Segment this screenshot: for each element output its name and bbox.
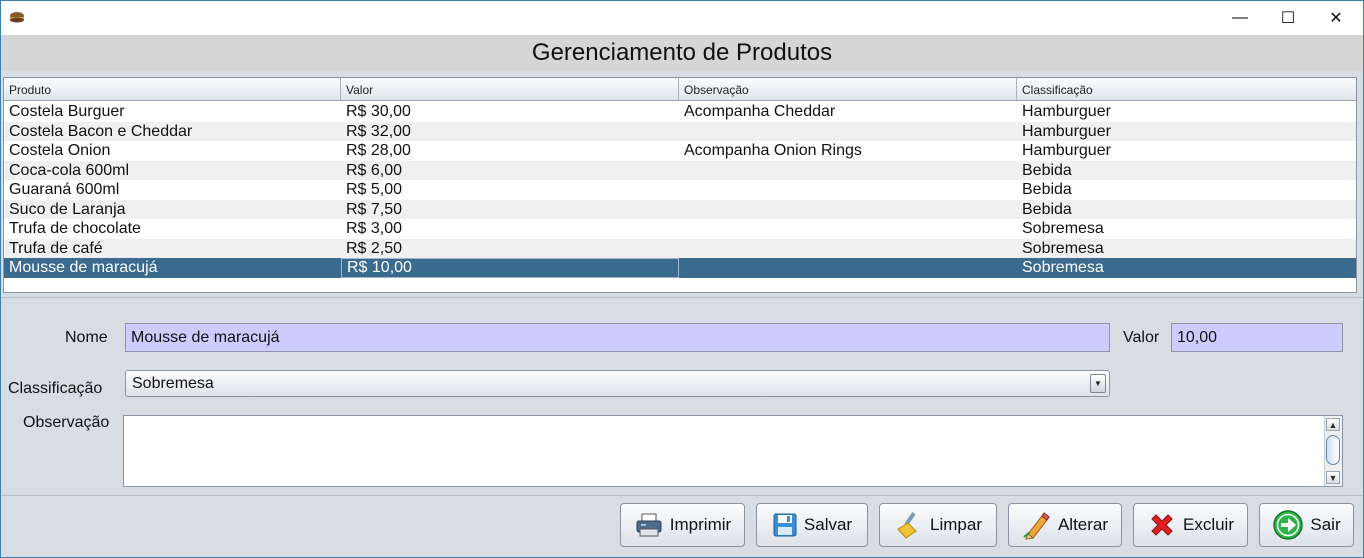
- scroll-up-icon[interactable]: ▲: [1326, 418, 1340, 431]
- table-row[interactable]: Costela Bacon e Cheddar R$ 32,00 Hamburg…: [4, 121, 1356, 142]
- brush-icon: [897, 512, 917, 539]
- table-row[interactable]: Suco de Laranja R$ 7,50 Bebida: [4, 199, 1356, 220]
- divider: [1, 297, 1363, 298]
- green-arrow-icon: [1273, 510, 1304, 540]
- cell-produto: Trufa de café: [9, 239, 103, 257]
- cell-classificacao: Sobremesa: [1022, 239, 1104, 257]
- cell-produto: Mousse de maracujá: [9, 259, 158, 276]
- main-window: — ☐ ✕ Gerenciamento de Produtos Produto …: [0, 0, 1364, 558]
- cell-produto: Coca-cola 600ml: [9, 161, 130, 179]
- column-header-observacao[interactable]: Observação: [679, 78, 1017, 100]
- close-button[interactable]: ✕: [1313, 1, 1359, 35]
- column-header-valor[interactable]: Valor: [341, 78, 679, 100]
- cell-valor: R$ 3,00: [346, 220, 403, 237]
- products-table[interactable]: Produto Valor Observação Classificação C…: [3, 77, 1357, 293]
- sair-label: Sair: [1310, 515, 1341, 534]
- classificacao-select[interactable]: Sobremesa ▼: [125, 370, 1110, 397]
- cell-classificacao: Sobremesa: [1022, 220, 1104, 237]
- cell-classificacao: Bebida: [1022, 161, 1072, 179]
- cell-observacao: [679, 239, 1017, 259]
- cell-classificacao: Hamburguer: [1022, 142, 1111, 159]
- divider: [1, 495, 1363, 496]
- page-title: Gerenciamento de Produtos: [1, 35, 1363, 71]
- title-bar: — ☐ ✕: [1, 1, 1363, 35]
- imprimir-label: Imprimir: [669, 515, 732, 534]
- cell-observacao: [679, 219, 1017, 239]
- limpar-label: Limpar: [930, 515, 982, 534]
- limpar-button[interactable]: Limpar: [879, 503, 997, 547]
- cell-valor: R$ 10,00: [341, 258, 679, 278]
- cell-produto: Guaraná 600ml: [9, 181, 120, 198]
- observacao-label: Observação: [23, 414, 110, 431]
- floppy-disk-icon: [773, 513, 797, 537]
- cell-valor: R$ 32,00: [346, 122, 411, 140]
- observacao-scrollbar[interactable]: ▲ ▼: [1324, 416, 1342, 486]
- classificacao-selected-value: Sobremesa: [132, 374, 214, 392]
- nome-label: Nome: [65, 329, 108, 346]
- cell-observacao: [679, 258, 1017, 278]
- app-icon: [10, 12, 24, 23]
- scroll-thumb[interactable]: [1326, 435, 1340, 465]
- table-row[interactable]: Coca-cola 600ml R$ 6,00 Bebida: [4, 160, 1356, 181]
- table-row[interactable]: Costela Burguer R$ 30,00 Acompanha Chedd…: [4, 102, 1356, 122]
- cell-observacao: Acompanha Cheddar: [684, 103, 836, 120]
- page-title-text: Gerenciamento de Produtos: [531, 39, 833, 66]
- imprimir-button[interactable]: Imprimir: [620, 503, 745, 547]
- table-row-selected[interactable]: Mousse de maracujá R$ 10,00 Sobremesa: [4, 258, 1356, 278]
- salvar-button[interactable]: Salvar: [756, 503, 868, 547]
- cell-classificacao: Hamburguer: [1022, 122, 1111, 140]
- sair-button[interactable]: Sair: [1259, 503, 1354, 547]
- cell-observacao: Acompanha Onion Rings: [684, 142, 862, 159]
- cell-valor: R$ 6,00: [346, 161, 403, 179]
- column-header-classificacao[interactable]: Classificação: [1017, 78, 1356, 100]
- cell-observacao: [679, 180, 1017, 200]
- alterar-label: Alterar: [1057, 515, 1109, 534]
- excluir-label: Excluir: [1182, 515, 1234, 534]
- cell-observacao: [679, 161, 1017, 181]
- cell-produto: Suco de Laranja: [9, 200, 126, 218]
- nome-field[interactable]: Mousse de maracujá: [125, 323, 1110, 352]
- cell-valor: R$ 2,50: [346, 239, 403, 257]
- cell-valor: R$ 7,50: [346, 200, 403, 218]
- table-row[interactable]: Trufa de chocolate R$ 3,00 Sobremesa: [4, 219, 1356, 239]
- chevron-down-icon[interactable]: ▼: [1090, 374, 1106, 393]
- cell-produto: Trufa de chocolate: [9, 220, 141, 237]
- cell-produto: Costela Bacon e Cheddar: [9, 122, 193, 140]
- excluir-button[interactable]: Excluir: [1133, 503, 1248, 547]
- cell-valor: R$ 5,00: [346, 181, 403, 198]
- cell-valor: R$ 30,00: [346, 103, 411, 120]
- alterar-button[interactable]: Alterar: [1008, 503, 1122, 547]
- maximize-button[interactable]: ☐: [1265, 1, 1311, 35]
- pencil-icon: [1023, 512, 1050, 540]
- scroll-down-icon[interactable]: ▼: [1326, 471, 1340, 484]
- observacao-textarea[interactable]: ▲ ▼: [123, 415, 1343, 487]
- cell-classificacao: Bebida: [1022, 181, 1072, 198]
- table-row[interactable]: Costela Onion R$ 28,00 Acompanha Onion R…: [4, 141, 1356, 161]
- cell-classificacao: Sobremesa: [1022, 259, 1104, 276]
- column-header-produto[interactable]: Produto: [4, 78, 341, 100]
- cell-produto: Costela Burguer: [9, 103, 125, 120]
- valor-field[interactable]: 10,00: [1171, 323, 1343, 352]
- cell-classificacao: Hamburguer: [1022, 103, 1111, 120]
- cell-valor: R$ 28,00: [346, 142, 411, 159]
- minimize-button[interactable]: —: [1217, 1, 1263, 35]
- cell-observacao: [679, 122, 1017, 142]
- cell-classificacao: Bebida: [1022, 200, 1072, 218]
- cell-produto: Costela Onion: [9, 142, 111, 159]
- valor-label: Valor: [1123, 329, 1160, 346]
- table-row[interactable]: Guaraná 600ml R$ 5,00 Bebida: [4, 180, 1356, 200]
- classificacao-label: Classificação: [8, 380, 103, 397]
- table-row[interactable]: Trufa de café R$ 2,50 Sobremesa: [4, 238, 1356, 259]
- cell-observacao: [679, 200, 1017, 220]
- table-header: Produto Valor Observação Classificação: [4, 78, 1356, 101]
- red-x-icon: [1151, 514, 1173, 536]
- printer-icon: [636, 513, 662, 537]
- salvar-label: Salvar: [803, 515, 853, 534]
